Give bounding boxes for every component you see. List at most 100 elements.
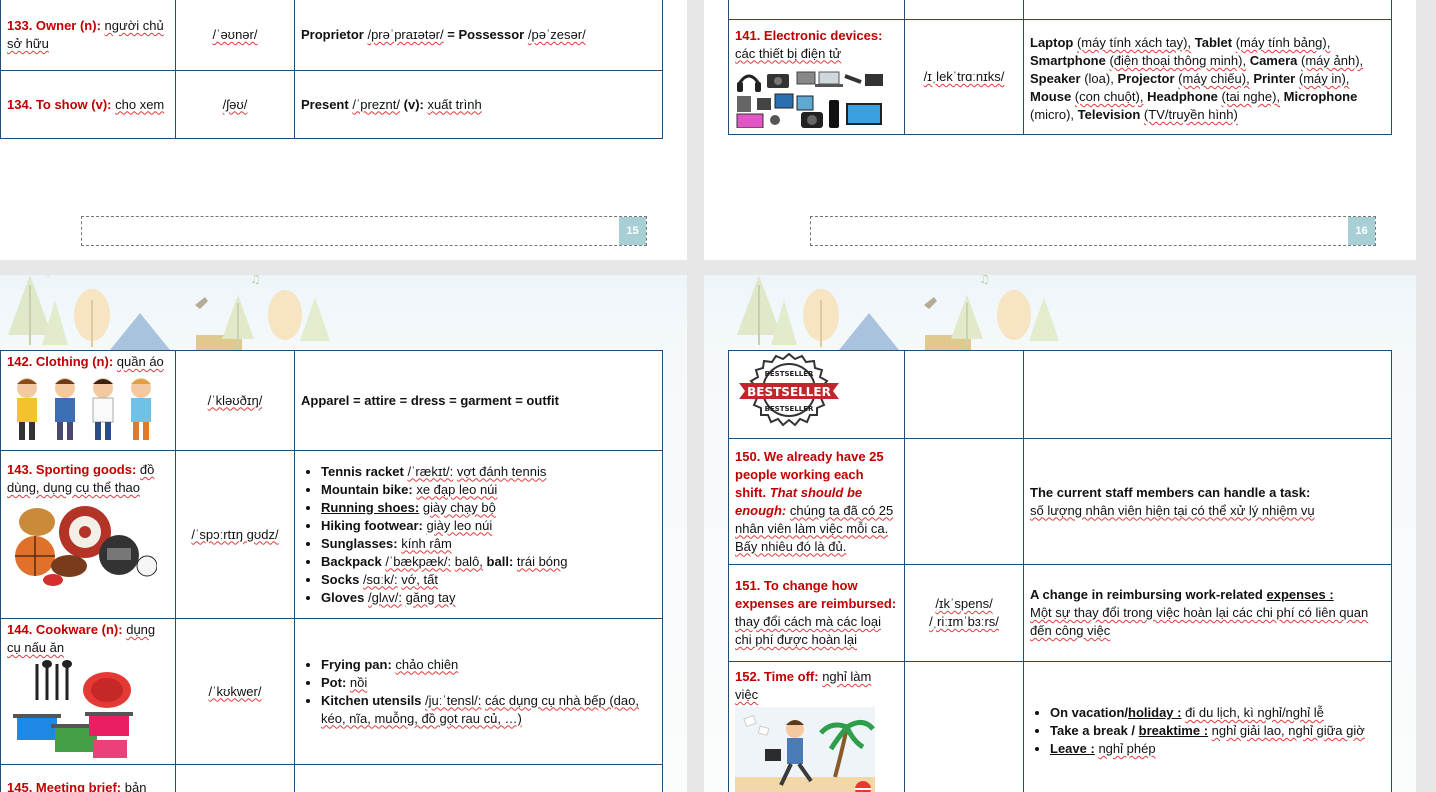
item-meaning: đi du lịch, kì nghỉ/nghỉ lễ <box>1185 705 1324 720</box>
empty-cell <box>904 350 1024 439</box>
item-ipa: /ˈrækɪt/: <box>407 463 454 479</box>
time-off-image <box>735 707 875 792</box>
empty-cell <box>904 661 1024 792</box>
item-key: Leave : <box>1050 741 1095 756</box>
term: 134. To show (v): <box>7 96 112 112</box>
meaning: xuất trình <box>427 96 482 112</box>
definition-title: A change in reimbursing work-related <box>1030 587 1263 602</box>
empty-cell <box>1023 350 1392 439</box>
device-term: Microphone <box>1283 89 1358 104</box>
device-term: Smartphone <box>1030 53 1106 68</box>
definition-meaning: số lượng nhân viên hiện tại có thể xử lý… <box>1030 502 1315 518</box>
badge-main-text: BESTSELLER <box>747 385 831 399</box>
page-number: 16 <box>1348 217 1375 245</box>
item-ipa: /sɑːk/: <box>362 571 398 587</box>
ipa: /ˈkləʊðɪŋ/ <box>207 392 263 408</box>
item-meaning: nghỉ giải lao, nghỉ giữa giờ <box>1211 723 1365 738</box>
item-term: Tennis racket <box>321 463 404 479</box>
device-meaning: (điện thoại thông minh), <box>1109 53 1247 68</box>
table-row: 145. Meeting brief: bản <box>0 764 663 792</box>
empty-cell <box>728 0 905 20</box>
synonym: Present <box>301 96 349 112</box>
device-meaning: (máy tính bảng), <box>1235 35 1331 50</box>
item-key: breaktime : <box>1138 723 1209 738</box>
header-banner: ♫ o <box>0 275 687 350</box>
camping-illustration: ♫ <box>737 275 1059 350</box>
meaning: cho xem <box>115 96 165 112</box>
svg-text:o: o <box>45 275 50 279</box>
item-term: Pot: <box>321 674 347 690</box>
ipa-cell: /ˈspɔːrtɪŋ ɡʊdz/ <box>175 450 295 619</box>
term-cell: 152. Time off: nghỉ làm việc <box>728 661 905 792</box>
term-cell: 143. Sporting goods: đồ dùng, dụng cụ th… <box>0 450 176 619</box>
synonym-ipa: /pəˈzesər/ <box>527 27 586 42</box>
list-item: Mountain bike: xe đạp leo núi <box>321 481 656 499</box>
ipa: /ˈspɔːrtɪŋ ɡʊdz/ <box>191 526 279 542</box>
device-term: Mouse <box>1030 89 1072 104</box>
definition-meaning: Một sự thay đổi trong việc hoàn lại các … <box>1030 605 1369 638</box>
device-term: Speaker <box>1030 71 1081 86</box>
term-cell: 133. Owner (n): người chủ sở hữu <box>0 0 176 71</box>
term: 145. Meeting brief: <box>7 780 122 792</box>
item-meaning: trái bóng <box>516 553 568 569</box>
empty-cell <box>175 764 295 792</box>
table-row: 152. Time off: nghỉ làm việc • On vacati… <box>728 661 1392 792</box>
device-term: Projector <box>1117 71 1175 86</box>
cookware-image <box>13 660 133 758</box>
badge-bottom-text: BESTSELLER <box>765 405 814 413</box>
item-ipa: /juːˈtensl/: <box>425 692 482 708</box>
device-meaning: (máy in), <box>1298 71 1350 86</box>
sporting-goods-list: Tennis racket /ˈrækɪt/: vợt đánh tennis … <box>301 463 656 607</box>
synonym: Proprietor <box>301 27 364 42</box>
table-row: 142. Clothing (n): quần áo /ˈkləʊðɪŋ/ Ap… <box>0 350 663 451</box>
device-meaning: (micro), <box>1030 107 1075 122</box>
list-item: Pot: nồi <box>321 674 656 692</box>
footer-box: 16 <box>810 216 1376 246</box>
definition-cell: Laptop (máy tính xách tay), Tablet (máy … <box>1023 19 1392 135</box>
device-term: Printer <box>1253 71 1296 86</box>
part-of-speech: (v): <box>403 96 424 112</box>
definition-key: expenses : <box>1266 587 1334 602</box>
table-row: 143. Sporting goods: đồ dùng, dụng cụ th… <box>0 450 663 619</box>
device-meaning: (loa), <box>1084 71 1114 86</box>
item-meaning: xe đạp leo núi <box>416 481 498 497</box>
list-item: Take a break / breaktime : nghỉ giải lao… <box>1050 722 1385 740</box>
time-off-list: On vacation/holiday : đi du lịch, kì ngh… <box>1030 704 1385 758</box>
term-cell: 145. Meeting brief: bản <box>0 764 176 792</box>
page-17: ♫ o 142. Clothing (n): quần áo /ˈkləʊðɪŋ… <box>0 275 687 792</box>
page-18: ♫ BESTSELLER BESTSELLER BESTSELLER 150. … <box>704 275 1416 792</box>
list-item: Backpack /ˈbækpæk/: balô, ball: trái bón… <box>321 553 656 571</box>
item-meaning: nồi <box>349 674 368 690</box>
list-item: Frying pan: chảo chiên <box>321 656 656 674</box>
electronic-devices-image <box>736 71 883 128</box>
term: 152. Time off: <box>735 669 819 684</box>
definition-cell: On vacation/holiday : đi du lịch, kì ngh… <box>1023 661 1392 792</box>
item-term: ball: <box>486 553 514 569</box>
term-cell: 142. Clothing (n): quần áo <box>0 350 176 451</box>
item-term: On vacation/ <box>1050 705 1129 720</box>
item-meaning: giày chạy bộ <box>422 499 496 515</box>
ipa-cell: /ˈkləʊðɪŋ/ <box>175 350 295 451</box>
camping-illustration: ♫ o <box>8 275 330 350</box>
list-item: Gloves /ɡlʌv/: găng tay <box>321 589 656 607</box>
ipa: /ˈkʊkwer/ <box>208 683 262 699</box>
list-item: Tennis racket /ˈrækɪt/: vợt đánh tennis <box>321 463 656 481</box>
device-meaning: (tai nghe), <box>1221 89 1281 104</box>
definition-cell: Frying pan: chảo chiên Pot: nồi Kitchen … <box>294 618 663 765</box>
ipa-cell: /ˈəʊnər/ <box>175 0 295 71</box>
item-term: Backpack <box>321 553 382 569</box>
empty-cell <box>294 764 663 792</box>
bestseller-badge-icon: BESTSELLER BESTSELLER BESTSELLER <box>739 352 839 427</box>
vocab-table-p16: 141. Electronic devices: các thiết bị đi… <box>728 0 1392 135</box>
ipa: /ˌriːɪmˈbɜːrs/ <box>929 614 999 629</box>
device-term: Headphone <box>1147 89 1218 104</box>
meaning: các thiết bị điện tử <box>735 45 842 61</box>
item-meaning: găng tay <box>405 589 456 605</box>
synonym: Possessor <box>458 27 525 42</box>
svg-text:♫: ♫ <box>979 275 990 286</box>
definition-cell: A change in reimbursing work-related exp… <box>1023 564 1392 662</box>
svg-text:♫: ♫ <box>250 275 261 286</box>
term: 142. Clothing (n): <box>7 354 114 369</box>
item-key: holiday : <box>1128 705 1182 720</box>
item-ipa: /ɡlʌv/: <box>367 589 402 605</box>
